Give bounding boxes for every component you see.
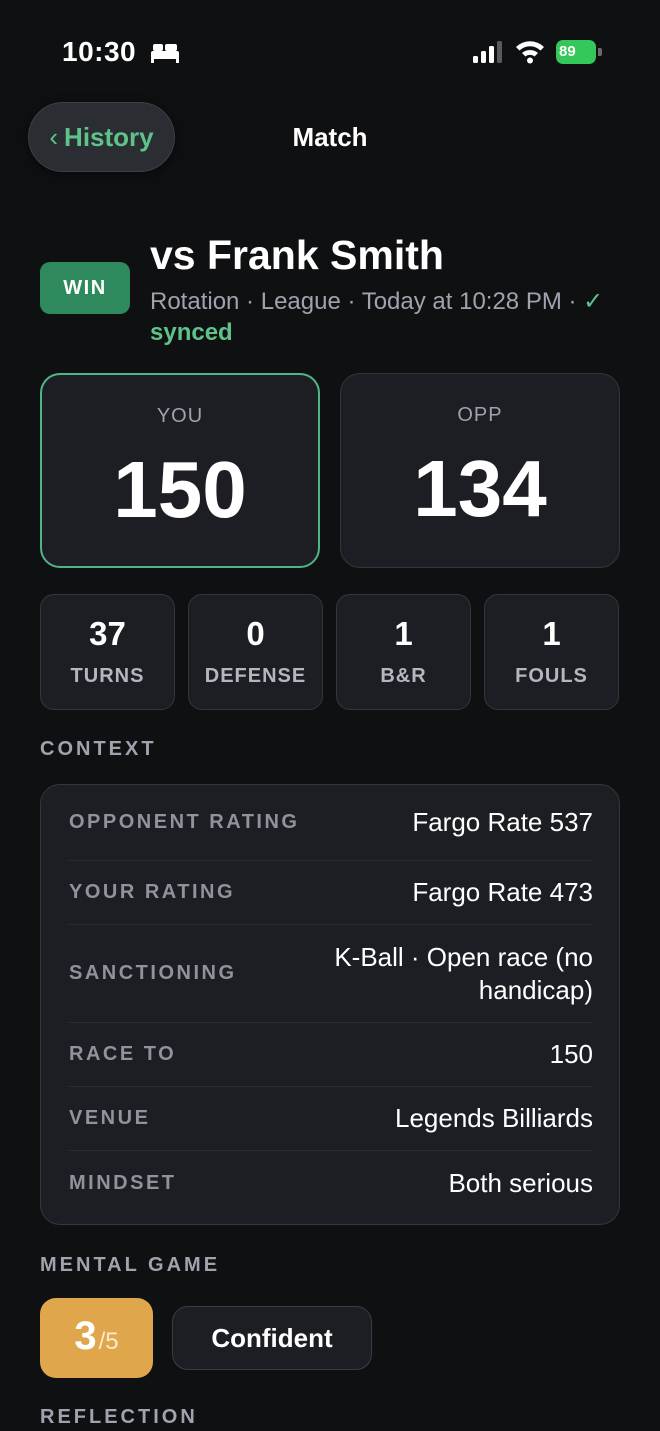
cellular-signal-icon bbox=[473, 41, 502, 63]
stat-fouls: 1 FOULS bbox=[484, 594, 619, 710]
chevron-left-icon: ‹ bbox=[49, 121, 59, 152]
context-label: YOUR RATING bbox=[69, 881, 236, 903]
your-score-value: 150 bbox=[113, 445, 247, 534]
context-row-your-rating: YOUR RATING Fargo Rate 473 bbox=[69, 861, 593, 925]
mental-rating-scale: /5 bbox=[98, 1328, 119, 1355]
reflection-section-title: REFLECTION bbox=[40, 1406, 198, 1428]
match-meta-text: Rotation · League · Today at 10:28 PM bbox=[150, 288, 562, 315]
context-row-race-to: RACE TO 150 bbox=[69, 1023, 593, 1087]
context-label: SANCTIONING bbox=[69, 962, 237, 984]
stat-turns: 37 TURNS bbox=[40, 594, 175, 710]
sync-status: synced bbox=[150, 319, 233, 346]
sleep-bed-icon bbox=[151, 44, 179, 63]
opponent-name: vs Frank Smith bbox=[150, 232, 444, 278]
context-value: Legends Billiards bbox=[394, 1103, 593, 1133]
stat-label: DEFENSE bbox=[204, 665, 307, 687]
context-value: 150 bbox=[549, 1039, 593, 1069]
battery-indicator: 89 bbox=[556, 40, 602, 64]
context-label: VENUE bbox=[69, 1107, 151, 1129]
stat-label: TURNS bbox=[70, 665, 145, 687]
stat-label: FOULS bbox=[515, 665, 588, 687]
battery-level: 89 bbox=[556, 40, 596, 64]
mental-rating-badge[interactable]: 3 /5 bbox=[40, 1298, 153, 1378]
context-row-mindset: MINDSET Both serious bbox=[69, 1151, 593, 1215]
match-meta: Rotation · League · Today at 10:28 PM · … bbox=[150, 286, 630, 348]
mood-pill[interactable]: Confident bbox=[172, 1306, 372, 1370]
status-bar: 10:30 89 bbox=[0, 0, 660, 100]
context-label: OPPONENT RATING bbox=[69, 811, 300, 833]
context-row-sanctioning: SANCTIONING K-Ball · Open race (no handi… bbox=[69, 925, 593, 1023]
back-button[interactable]: ‹ History bbox=[28, 102, 175, 172]
sync-separator: · bbox=[561, 288, 584, 315]
stat-label: B&R bbox=[380, 665, 427, 687]
context-section-title: CONTEXT bbox=[40, 738, 157, 760]
your-score-card: YOU 150 bbox=[40, 373, 320, 568]
page-title: Match bbox=[292, 122, 368, 152]
stat-value: 1 bbox=[394, 615, 413, 652]
context-row-opponent-rating: OPPONENT RATING Fargo Rate 537 bbox=[69, 785, 593, 861]
context-value: Both serious bbox=[448, 1167, 593, 1198]
opponent-score-value: 134 bbox=[413, 444, 547, 533]
stat-value: 37 bbox=[89, 615, 126, 652]
stat-value: 0 bbox=[246, 615, 265, 652]
context-label: MINDSET bbox=[69, 1171, 177, 1194]
battery-cap bbox=[598, 48, 602, 56]
result-badge: WIN bbox=[40, 262, 130, 314]
mental-rating-value: 3 bbox=[74, 1314, 97, 1358]
your-score-label: YOU bbox=[156, 405, 204, 427]
status-time: 10:30 bbox=[62, 36, 137, 67]
back-button-label: History bbox=[64, 121, 154, 152]
context-label: RACE TO bbox=[69, 1043, 177, 1065]
context-card: OPPONENT RATING Fargo Rate 537 YOUR RATI… bbox=[40, 784, 620, 1225]
stat-value: 1 bbox=[542, 615, 561, 652]
stat-defense: 0 DEFENSE bbox=[188, 594, 323, 710]
opponent-score-label: OPP bbox=[457, 404, 503, 426]
opponent-score-card: OPP 134 bbox=[340, 373, 620, 568]
context-row-venue: VENUE Legends Billiards bbox=[69, 1087, 593, 1151]
mental-game-section-title: MENTAL GAME bbox=[40, 1254, 221, 1276]
wifi-icon bbox=[516, 41, 544, 64]
check-icon: ✓ bbox=[583, 288, 604, 315]
context-value: Fargo Rate 537 bbox=[412, 807, 593, 837]
stat-break-and-run: 1 B&R bbox=[336, 594, 471, 710]
context-value: K-Ball · Open race (no handicap) bbox=[334, 941, 593, 1005]
context-value: Fargo Rate 473 bbox=[412, 877, 593, 907]
